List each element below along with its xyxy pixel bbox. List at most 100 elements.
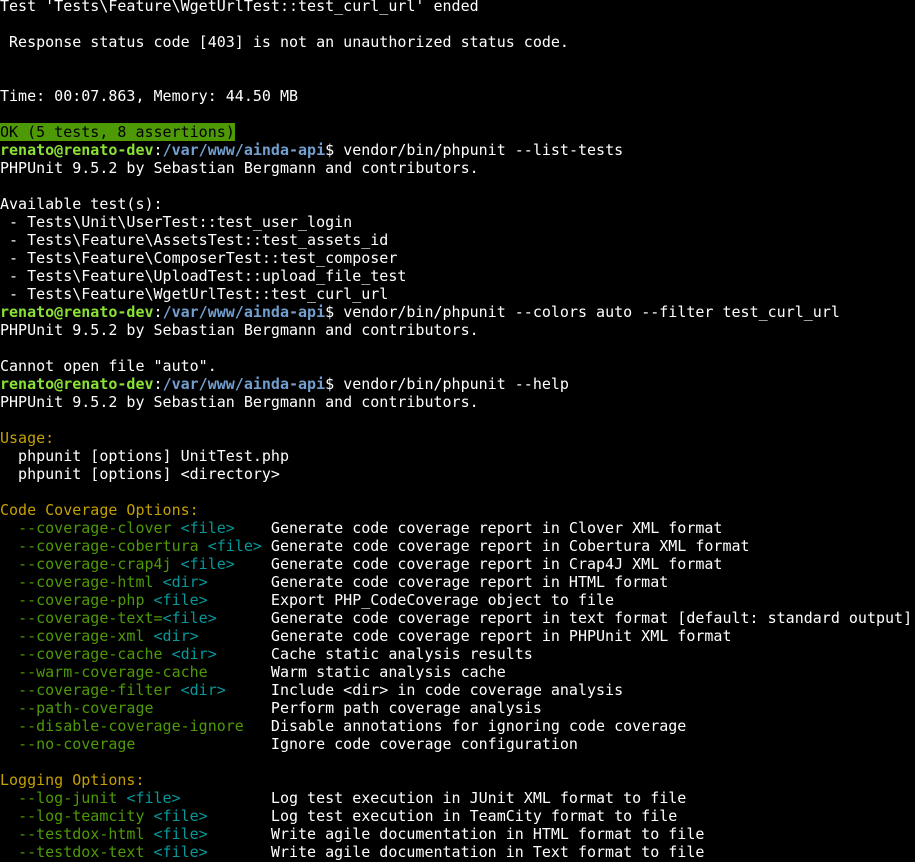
- ok-result-badge: OK (5 tests, 8 assertions): [0, 123, 235, 141]
- option-row: --disable-coverage-ignore Disable annotat…: [0, 717, 915, 735]
- prompt-symbol: $: [325, 303, 344, 321]
- option-row: --coverage-cobertura <file> Generate code…: [0, 537, 915, 555]
- option-description: Write agile documentation in HTML format…: [270, 825, 705, 843]
- output-text: Cannot open file "auto".: [0, 357, 217, 375]
- usage-text: phpunit [options] <directory>: [0, 465, 280, 483]
- prompt-line: renato@renato-dev:/var/www/ainda-api$ ve…: [0, 303, 915, 321]
- output-line: PHPUnit 9.5.2 by Sebastian Bergmann and …: [0, 321, 915, 339]
- option-description: Generate code coverage report in Clover …: [270, 519, 723, 537]
- option-description: Ignore code coverage configuration: [270, 735, 578, 753]
- option-arg: <file>: [153, 843, 208, 861]
- option-description: Log test execution in TeamCity format to…: [270, 807, 678, 825]
- terminal-output[interactable]: Test 'Tests\Feature\WgetUrlTest::test_cu…: [0, 0, 915, 861]
- prompt-user-host: renato@renato-dev: [0, 303, 154, 321]
- option-flag: --path-coverage: [18, 699, 154, 717]
- prompt-line: renato@renato-dev:/var/www/ainda-api$ ve…: [0, 375, 915, 393]
- option-column: --disable-coverage-ignore: [0, 717, 271, 735]
- option-flag: --no-coverage: [18, 735, 136, 753]
- output-text: - Tests\Feature\UploadTest::upload_file_…: [0, 267, 407, 285]
- option-arg: <file>: [153, 825, 208, 843]
- output-text: - Tests\Feature\WgetUrlTest::test_curl_u…: [0, 285, 389, 303]
- option-flag: --coverage-cache: [18, 645, 163, 663]
- section-heading: Logging Options:: [0, 771, 915, 789]
- option-column: --coverage-html <dir>: [0, 573, 271, 591]
- option-description: Write agile documentation in Text format…: [270, 843, 705, 861]
- output-text: Test 'Tests\Feature\WgetUrlTest::test_cu…: [0, 0, 479, 15]
- output-text: - Tests\Feature\AssetsTest::test_assets_…: [0, 231, 389, 249]
- option-flag: --warm-coverage-cache: [18, 663, 208, 681]
- output-line: - Tests\Feature\WgetUrlTest::test_curl_u…: [0, 285, 915, 303]
- output-line: PHPUnit 9.5.2 by Sebastian Bergmann and …: [0, 393, 915, 411]
- command-text: vendor/bin/phpunit --help: [343, 375, 569, 393]
- option-flag: --log-teamcity: [18, 807, 145, 825]
- prompt-separator: :: [153, 303, 163, 321]
- option-arg: <file>: [153, 591, 208, 609]
- option-column: --warm-coverage-cache: [0, 663, 271, 681]
- option-row: --warm-coverage-cache Warm static analysi…: [0, 663, 915, 681]
- option-column: --coverage-text=<file>: [0, 609, 271, 627]
- option-arg: <file>: [126, 789, 181, 807]
- option-row: --coverage-crap4j <file> Generate code co…: [0, 555, 915, 573]
- output-text: PHPUnit 9.5.2 by Sebastian Bergmann and …: [0, 393, 479, 411]
- option-flag: --coverage-cobertura: [18, 537, 199, 555]
- option-flag: --coverage-crap4j: [18, 555, 172, 573]
- option-flag: --coverage-php: [18, 591, 145, 609]
- output-text: Time: 00:07.863, Memory: 44.50 MB: [0, 87, 299, 105]
- option-row: --coverage-xml <dir> Generate code covera…: [0, 627, 915, 645]
- option-description: Include <dir> in code coverage analysis: [270, 681, 624, 699]
- option-description: Perform path coverage analysis: [270, 699, 542, 717]
- output-text: - Tests\Unit\UserTest::test_user_login: [0, 213, 353, 231]
- option-row: --coverage-clover <file> Generate code co…: [0, 519, 915, 537]
- option-column: --testdox-html <file>: [0, 825, 271, 843]
- option-row: --coverage-html <dir> Generate code cover…: [0, 573, 915, 591]
- option-column: --coverage-cobertura <file>: [0, 537, 271, 555]
- option-description: Generate code coverage report in text fo…: [270, 609, 913, 627]
- command-text: vendor/bin/phpunit --colors auto --filte…: [343, 303, 840, 321]
- option-flag: --coverage-xml: [18, 627, 145, 645]
- option-description: Generate code coverage report in PHPUnit…: [270, 627, 732, 645]
- option-description: Generate code coverage report in Cobertu…: [270, 537, 750, 555]
- option-column: --no-coverage: [0, 735, 271, 753]
- output-line: - Tests\Feature\UploadTest::upload_file_…: [0, 267, 915, 285]
- output-line: - Tests\Feature\ComposerTest::test_compo…: [0, 249, 915, 267]
- option-column: --log-teamcity <file>: [0, 807, 271, 825]
- option-description: Generate code coverage report in HTML fo…: [270, 573, 669, 591]
- prompt-path: /var/www/ainda-api: [162, 375, 326, 393]
- option-description: Warm static analysis cache: [270, 663, 506, 681]
- option-description: Cache static analysis results: [270, 645, 533, 663]
- option-arg: <dir>: [180, 681, 226, 699]
- option-arg: <file>: [180, 519, 235, 537]
- option-description: Generate code coverage report in Crap4J …: [270, 555, 723, 573]
- prompt-path: /var/www/ainda-api: [162, 303, 326, 321]
- option-column: --coverage-clover <file>: [0, 519, 271, 537]
- option-arg: <file>: [180, 555, 235, 573]
- output-text: PHPUnit 9.5.2 by Sebastian Bergmann and …: [0, 159, 479, 177]
- option-row: --testdox-html <file> Write agile documen…: [0, 825, 915, 843]
- output-text: - Tests\Feature\ComposerTest::test_compo…: [0, 249, 398, 267]
- output-line: - Tests\Feature\AssetsTest::test_assets_…: [0, 231, 915, 249]
- option-description: Disable annotations for ignoring code co…: [270, 717, 687, 735]
- option-flag: --coverage-clover: [18, 519, 172, 537]
- option-column: --coverage-php <file>: [0, 591, 271, 609]
- option-arg: <dir>: [162, 573, 208, 591]
- prompt-line: renato@renato-dev:/var/www/ainda-api$ ve…: [0, 141, 915, 159]
- usage-heading-text: Usage:: [0, 429, 55, 447]
- option-column: --path-coverage: [0, 699, 271, 717]
- option-row: --coverage-filter <dir> Include <dir> in …: [0, 681, 915, 699]
- prompt-user-host: renato@renato-dev: [0, 375, 154, 393]
- output-line: Response status code [403] is not an una…: [0, 33, 915, 51]
- option-flag: --coverage-html: [18, 573, 154, 591]
- prompt-user-host: renato@renato-dev: [0, 141, 154, 159]
- option-row: --log-junit <file> Log test execution in …: [0, 789, 915, 807]
- option-row: --coverage-text=<file> Generate code cove…: [0, 609, 915, 627]
- output-line: PHPUnit 9.5.2 by Sebastian Bergmann and …: [0, 159, 915, 177]
- option-column: --coverage-filter <dir>: [0, 681, 271, 699]
- section-heading-text: Logging Options:: [0, 771, 145, 789]
- prompt-symbol: $: [325, 141, 344, 159]
- option-row: --log-teamcity <file> Log test execution …: [0, 807, 915, 825]
- section-heading: Code Coverage Options:: [0, 501, 915, 519]
- output-line: - Tests\Unit\UserTest::test_user_login: [0, 213, 915, 231]
